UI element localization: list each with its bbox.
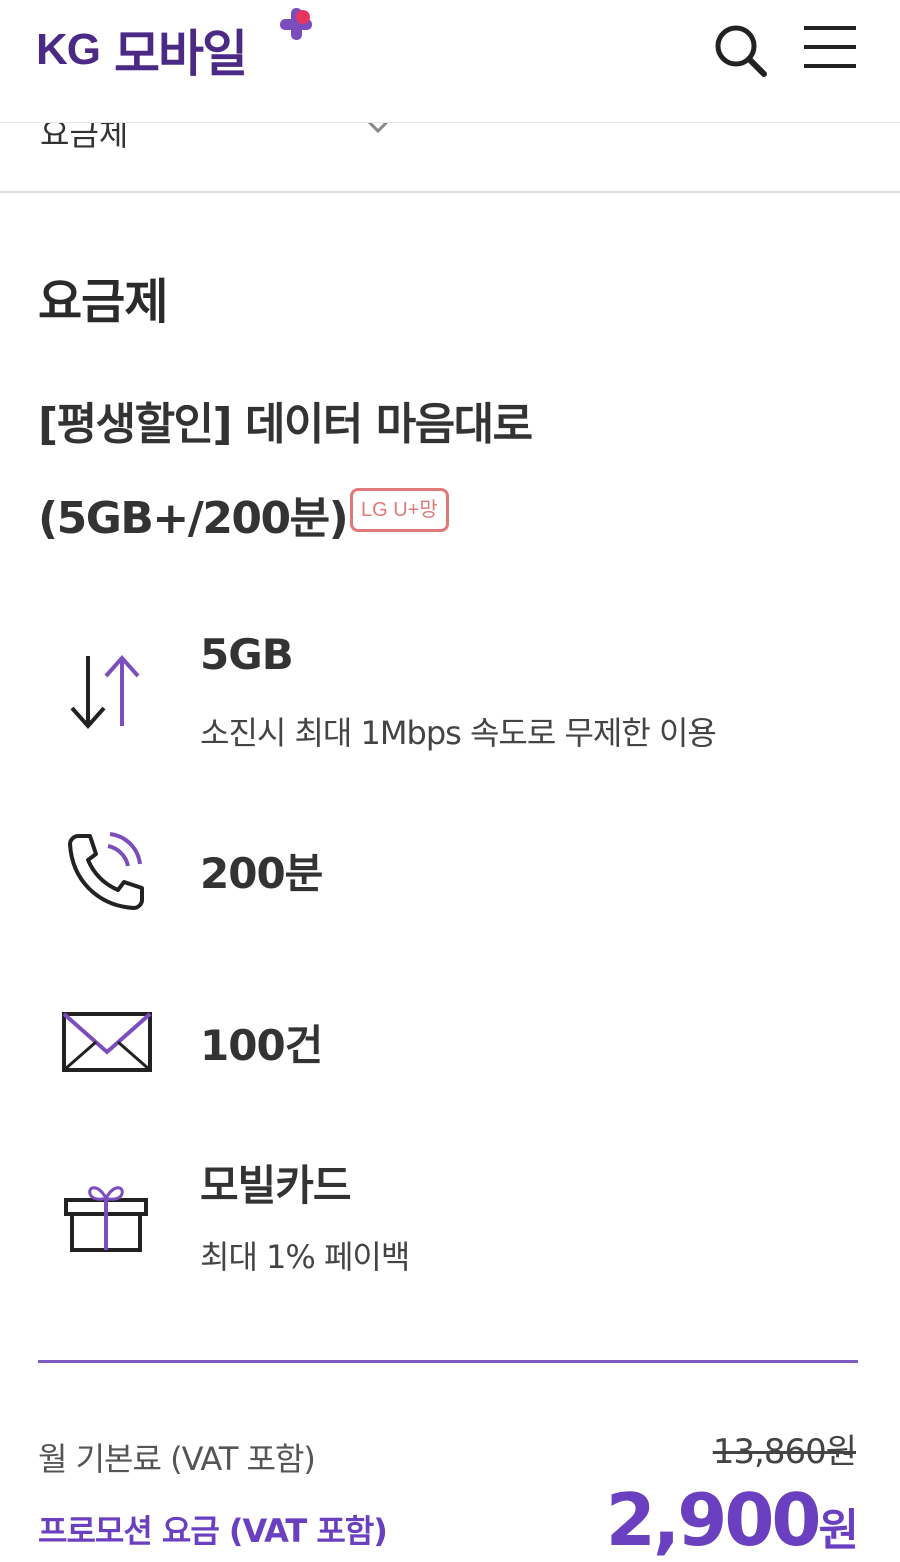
chevron-down-icon bbox=[367, 123, 389, 134]
logo-kg-text: KG bbox=[36, 25, 101, 74]
kg-mobile-logo[interactable]: KG 모바일 bbox=[36, 14, 248, 86]
feature-card-title: 모빌카드 bbox=[200, 1161, 352, 1210]
search-icon[interactable] bbox=[710, 20, 770, 80]
feature-voice-title: 200분 bbox=[200, 849, 323, 898]
feature-card-desc: 최대 1% 페이백 bbox=[200, 1238, 410, 1276]
hamburger-menu-icon[interactable] bbox=[802, 20, 858, 76]
logo-plus-icon bbox=[280, 8, 312, 40]
feature-data-desc: 소진시 최대 1Mbps 속도로 무제한 이용 bbox=[200, 714, 717, 752]
base-fee-label: 월 기본료 (VAT 포함) bbox=[38, 1440, 316, 1478]
feature-data-title: 5GB bbox=[200, 630, 294, 679]
pricing-divider bbox=[38, 1360, 858, 1363]
promo-price-unit: 원 bbox=[818, 1505, 860, 1556]
envelope-icon bbox=[62, 1012, 152, 1072]
plan-name-line2: (5GB+/200분) bbox=[38, 493, 349, 544]
promo-price-value: 2,900 bbox=[605, 1478, 822, 1562]
network-badge: LG U+망 bbox=[350, 488, 449, 532]
section-title: 요금제 bbox=[38, 274, 168, 330]
top-header: KG 모바일 bbox=[0, 0, 900, 122]
logo-mobile-text: 모바일 bbox=[114, 25, 248, 83]
dropdown-label: 요금제 bbox=[40, 122, 129, 153]
promo-fee-price: 2,900원 bbox=[605, 1478, 860, 1562]
base-fee-price: 13,860원 bbox=[712, 1432, 857, 1472]
plan-category-dropdown[interactable]: 요금제 bbox=[0, 122, 900, 193]
data-transfer-icon bbox=[70, 654, 140, 730]
promo-fee-label: 프로모션 요금 (VAT 포함) bbox=[38, 1512, 388, 1550]
feature-sms-title: 100건 bbox=[200, 1021, 323, 1070]
gift-icon bbox=[64, 1186, 148, 1252]
plan-name-line1: [평생할인] 데이터 마음대로 bbox=[38, 399, 533, 450]
phone-call-icon bbox=[68, 832, 144, 910]
